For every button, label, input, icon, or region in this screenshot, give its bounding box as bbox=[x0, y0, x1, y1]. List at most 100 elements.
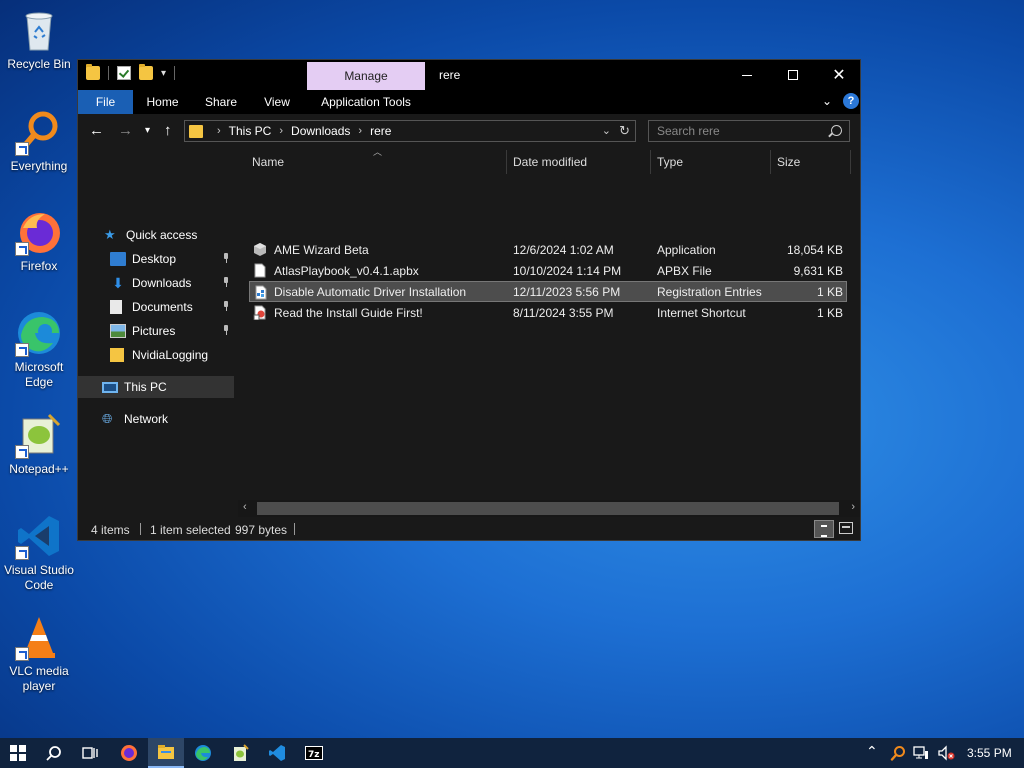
status-item-count: 4 items bbox=[91, 523, 130, 537]
taskbar-edge[interactable] bbox=[185, 738, 221, 768]
nav-documents[interactable]: Documents bbox=[78, 296, 234, 318]
search-input[interactable]: Search rere bbox=[648, 120, 850, 142]
taskbar-search-button[interactable] bbox=[36, 738, 72, 768]
desktop-icon-everything[interactable]: Everything bbox=[4, 108, 74, 174]
file-date: 12/11/2023 5:56 PM bbox=[513, 285, 621, 299]
address-bar[interactable]: › This PC › Downloads › rere ⌄ ↻ bbox=[184, 120, 636, 142]
desktop-icon-vlc[interactable]: VLC media player bbox=[4, 613, 74, 694]
properties-icon[interactable] bbox=[117, 66, 131, 80]
taskbar-vscode[interactable] bbox=[259, 738, 295, 768]
window-title: rere bbox=[439, 68, 461, 82]
start-button[interactable] bbox=[0, 738, 36, 768]
close-button[interactable]: ✕ bbox=[816, 60, 862, 90]
new-folder-icon[interactable] bbox=[139, 64, 153, 80]
title-bar[interactable]: ▾ Manage rere ✕ bbox=[78, 60, 860, 90]
scroll-left-icon[interactable]: ‹ bbox=[243, 501, 247, 513]
vscode-icon bbox=[269, 745, 285, 761]
quick-access-toolbar: ▾ bbox=[86, 64, 176, 80]
file-list: ︿ Name Date modified Type Size AME Wizar… bbox=[238, 147, 860, 502]
breadcrumb-chevron-icon[interactable]: › bbox=[217, 125, 221, 137]
tab-file[interactable]: File bbox=[78, 90, 133, 114]
show-hidden-icons-chevron-icon[interactable]: ⌃ bbox=[866, 743, 878, 760]
nav-quick-access[interactable]: ★ Quick access bbox=[78, 224, 234, 246]
nav-label: Quick access bbox=[126, 228, 198, 242]
taskbar-clock[interactable]: 3:55 PM bbox=[967, 746, 1012, 760]
nav-label: Pictures bbox=[132, 324, 176, 338]
column-header-date[interactable]: Date modified bbox=[513, 155, 587, 169]
pin-icon bbox=[222, 253, 230, 263]
breadcrumb-chevron-icon[interactable]: › bbox=[358, 125, 362, 137]
desktop-icon-firefox[interactable]: Firefox bbox=[4, 208, 74, 274]
close-icon: ✕ bbox=[832, 67, 846, 84]
desktop-icon-recycle-bin[interactable]: Recycle Bin bbox=[4, 6, 74, 72]
help-icon[interactable]: ? bbox=[843, 93, 859, 109]
nav-pictures[interactable]: Pictures bbox=[78, 320, 234, 342]
file-size: 18,054 KB bbox=[786, 243, 843, 257]
nav-label: Documents bbox=[132, 300, 193, 314]
network-status-icon[interactable] bbox=[913, 745, 929, 761]
file-row[interactable]: AtlasPlaybook_v0.4.1.apbx 10/10/2024 1:1… bbox=[249, 260, 847, 281]
recent-locations-chevron-icon[interactable]: ▾ bbox=[145, 125, 150, 136]
back-arrow-icon[interactable]: ← bbox=[89, 122, 104, 139]
pin-icon bbox=[222, 325, 230, 335]
refresh-icon[interactable]: ↻ bbox=[619, 123, 630, 139]
tab-application-tools[interactable]: Application Tools bbox=[307, 90, 425, 114]
vscode-icon bbox=[15, 512, 63, 560]
pictures-folder-icon bbox=[110, 324, 126, 338]
folder-icon bbox=[189, 124, 203, 138]
maximize-button[interactable] bbox=[770, 60, 816, 90]
desktop-icon-label: Everything bbox=[10, 159, 68, 173]
breadcrumb-chevron-icon[interactable]: › bbox=[279, 125, 283, 137]
column-divider[interactable] bbox=[770, 150, 771, 174]
desktop-icon-notepadpp[interactable]: Notepad++ bbox=[4, 411, 74, 477]
taskbar-7zip[interactable]: 7z bbox=[296, 738, 332, 768]
nav-downloads[interactable]: ⬇ Downloads bbox=[78, 272, 234, 294]
nav-desktop[interactable]: Desktop bbox=[78, 248, 234, 270]
column-header-name[interactable]: Name bbox=[252, 155, 284, 169]
desktop-icon-edge[interactable]: Microsoft Edge bbox=[4, 309, 74, 390]
address-dropdown-chevron-icon[interactable]: ⌄ bbox=[602, 124, 611, 137]
details-view-button[interactable] bbox=[814, 520, 834, 538]
breadcrumb-this-pc[interactable]: This PC bbox=[229, 124, 272, 138]
column-divider[interactable] bbox=[850, 150, 851, 174]
desktop-icon-vscode[interactable]: Visual Studio Code bbox=[4, 512, 74, 593]
task-view-button[interactable] bbox=[72, 738, 108, 768]
forward-arrow-icon[interactable]: → bbox=[118, 122, 133, 139]
column-header-size[interactable]: Size bbox=[777, 155, 800, 169]
column-header-type[interactable]: Type bbox=[657, 155, 683, 169]
scrollbar-thumb[interactable] bbox=[257, 502, 839, 515]
breadcrumb-rere[interactable]: rere bbox=[370, 124, 391, 138]
breadcrumb-downloads[interactable]: Downloads bbox=[291, 124, 350, 138]
taskbar-firefox[interactable] bbox=[111, 738, 147, 768]
file-row[interactable]: Read the Install Guide First! 8/11/2024 … bbox=[249, 302, 847, 323]
everything-tray-icon[interactable] bbox=[890, 745, 906, 761]
up-arrow-icon[interactable]: ↑ bbox=[164, 122, 172, 139]
minimize-button[interactable] bbox=[724, 60, 770, 90]
customize-toolbar-chevron-icon[interactable]: ▾ bbox=[161, 68, 166, 79]
column-divider[interactable] bbox=[650, 150, 651, 174]
volume-muted-icon[interactable] bbox=[937, 745, 955, 761]
navigation-pane: ★ Quick access Desktop ⬇ Downloads Docum… bbox=[78, 148, 234, 510]
internet-shortcut-icon bbox=[253, 305, 267, 321]
file-row[interactable]: AME Wizard Beta 12/6/2024 1:02 AM Applic… bbox=[249, 239, 847, 260]
desktop-icon-label: Recycle Bin bbox=[7, 57, 71, 71]
nav-network[interactable]: 🌐︎ Network bbox=[78, 408, 234, 430]
nav-this-pc[interactable]: This PC bbox=[78, 376, 234, 398]
nav-nvidialogging[interactable]: NvidiaLogging bbox=[78, 344, 234, 366]
scroll-right-icon[interactable]: › bbox=[851, 501, 855, 513]
expand-ribbon-chevron-icon[interactable]: ⌄ bbox=[822, 94, 832, 108]
svg-text:7z: 7z bbox=[308, 750, 320, 760]
tab-home[interactable]: Home bbox=[140, 90, 185, 114]
tab-view[interactable]: View bbox=[258, 90, 296, 114]
horizontal-scrollbar[interactable]: ‹ › bbox=[238, 500, 860, 517]
network-icon: 🌐︎ bbox=[102, 411, 113, 426]
tab-share[interactable]: Share bbox=[198, 90, 244, 114]
column-divider[interactable] bbox=[506, 150, 507, 174]
large-icons-view-button[interactable] bbox=[839, 522, 853, 534]
toolbar-separator bbox=[108, 66, 109, 80]
taskbar-file-explorer[interactable] bbox=[148, 738, 184, 768]
maximize-icon bbox=[788, 70, 798, 80]
tab-manage[interactable]: Manage bbox=[307, 62, 425, 90]
file-row[interactable]: Disable Automatic Driver Installation 12… bbox=[249, 281, 847, 302]
taskbar-notepadpp[interactable] bbox=[222, 738, 258, 768]
